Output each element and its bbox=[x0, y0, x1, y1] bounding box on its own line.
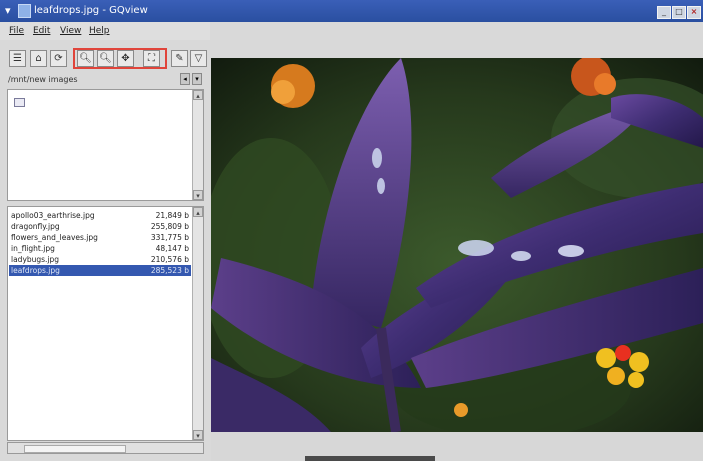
reload-icon[interactable]: ⟳ bbox=[50, 50, 67, 67]
file-row[interactable]: ladybugs.jpg 210,576 b bbox=[9, 254, 191, 265]
file-name: apollo03_earthrise.jpg bbox=[11, 211, 95, 220]
file-size: 21,849 b bbox=[155, 211, 189, 220]
scroll-down-icon[interactable]: ▾ bbox=[193, 190, 203, 200]
file-row[interactable]: in_flight.jpg 48,147 b bbox=[9, 243, 191, 254]
scroll-up-icon[interactable]: ▴ bbox=[193, 90, 203, 100]
menu-file[interactable]: File bbox=[9, 25, 24, 37]
scroll-up-icon[interactable]: ▴ bbox=[193, 207, 203, 217]
file-size: 331,775 b bbox=[150, 233, 189, 242]
status-bar bbox=[305, 456, 435, 461]
viewer-bottom-area bbox=[211, 432, 703, 461]
zoom-tools-highlight bbox=[73, 48, 167, 69]
app-icon bbox=[18, 4, 31, 18]
file-size: 210,576 b bbox=[150, 255, 189, 264]
file-name: ladybugs.jpg bbox=[11, 255, 60, 264]
file-row[interactable]: dragonfly.jpg 255,809 b bbox=[9, 221, 191, 232]
window-title: leafdrops.jpg - GQview bbox=[34, 5, 148, 16]
leafdrops-image bbox=[211, 58, 703, 432]
menu-view[interactable]: View bbox=[60, 25, 81, 37]
image-viewer[interactable] bbox=[211, 58, 703, 432]
scroll-down-icon[interactable]: ▾ bbox=[193, 430, 203, 440]
file-name: flowers_and_leaves.jpg bbox=[11, 233, 98, 242]
view-mode-icon[interactable]: ☰ bbox=[9, 50, 26, 67]
hscroll-thumb[interactable] bbox=[24, 445, 126, 453]
file-row-selected[interactable]: leafdrops.jpg 285,523 b bbox=[9, 265, 191, 276]
close-button[interactable]: × bbox=[687, 6, 701, 19]
menu-help[interactable]: Help bbox=[89, 25, 110, 37]
filter-icon[interactable]: ▽ bbox=[190, 50, 207, 67]
maximize-button[interactable]: □ bbox=[672, 6, 686, 19]
file-row[interactable]: flowers_and_leaves.jpg 331,775 b bbox=[9, 232, 191, 243]
folder-list[interactable]: ▴ ▾ bbox=[7, 89, 204, 201]
home-icon[interactable]: ⌂ bbox=[30, 50, 47, 67]
file-name: leafdrops.jpg bbox=[11, 266, 60, 275]
folder-scrollbar[interactable]: ▴ ▾ bbox=[192, 90, 203, 200]
file-list[interactable]: apollo03_earthrise.jpg 21,849 b dragonfl… bbox=[7, 206, 204, 441]
file-row[interactable]: apollo03_earthrise.jpg 21,849 b bbox=[9, 210, 191, 221]
file-size: 255,809 b bbox=[150, 222, 189, 231]
menu-bar: File Edit View Help bbox=[0, 22, 210, 40]
file-size: 48,147 b bbox=[155, 244, 189, 253]
directory-row: /mnt/new images ◂ ▾ bbox=[8, 72, 203, 88]
file-list-scrollbar[interactable]: ▴ ▾ bbox=[192, 207, 203, 440]
directory-dropdown-icon[interactable]: ▾ bbox=[192, 73, 202, 85]
file-size: 285,523 b bbox=[150, 266, 189, 275]
directory-path[interactable]: /mnt/new images bbox=[8, 74, 78, 86]
folder-icon[interactable] bbox=[14, 98, 25, 107]
title-bar: ▾ leafdrops.jpg - GQview _ □ × bbox=[0, 0, 703, 22]
history-button[interactable]: ◂ bbox=[180, 73, 190, 85]
menu-edit[interactable]: Edit bbox=[33, 25, 50, 37]
file-name: in_flight.jpg bbox=[11, 244, 55, 253]
minimize-button[interactable]: _ bbox=[657, 6, 671, 19]
file-name: dragonfly.jpg bbox=[11, 222, 60, 231]
window-menu-icon[interactable]: ▾ bbox=[5, 4, 17, 18]
file-list-hscrollbar[interactable] bbox=[7, 442, 204, 454]
config-icon[interactable]: ✎ bbox=[171, 50, 188, 67]
toolbar: ☰ ⌂ ⟳ 🔍︎ 🔍︎ ✥ ⛶ ✎ ▽ bbox=[0, 44, 210, 72]
